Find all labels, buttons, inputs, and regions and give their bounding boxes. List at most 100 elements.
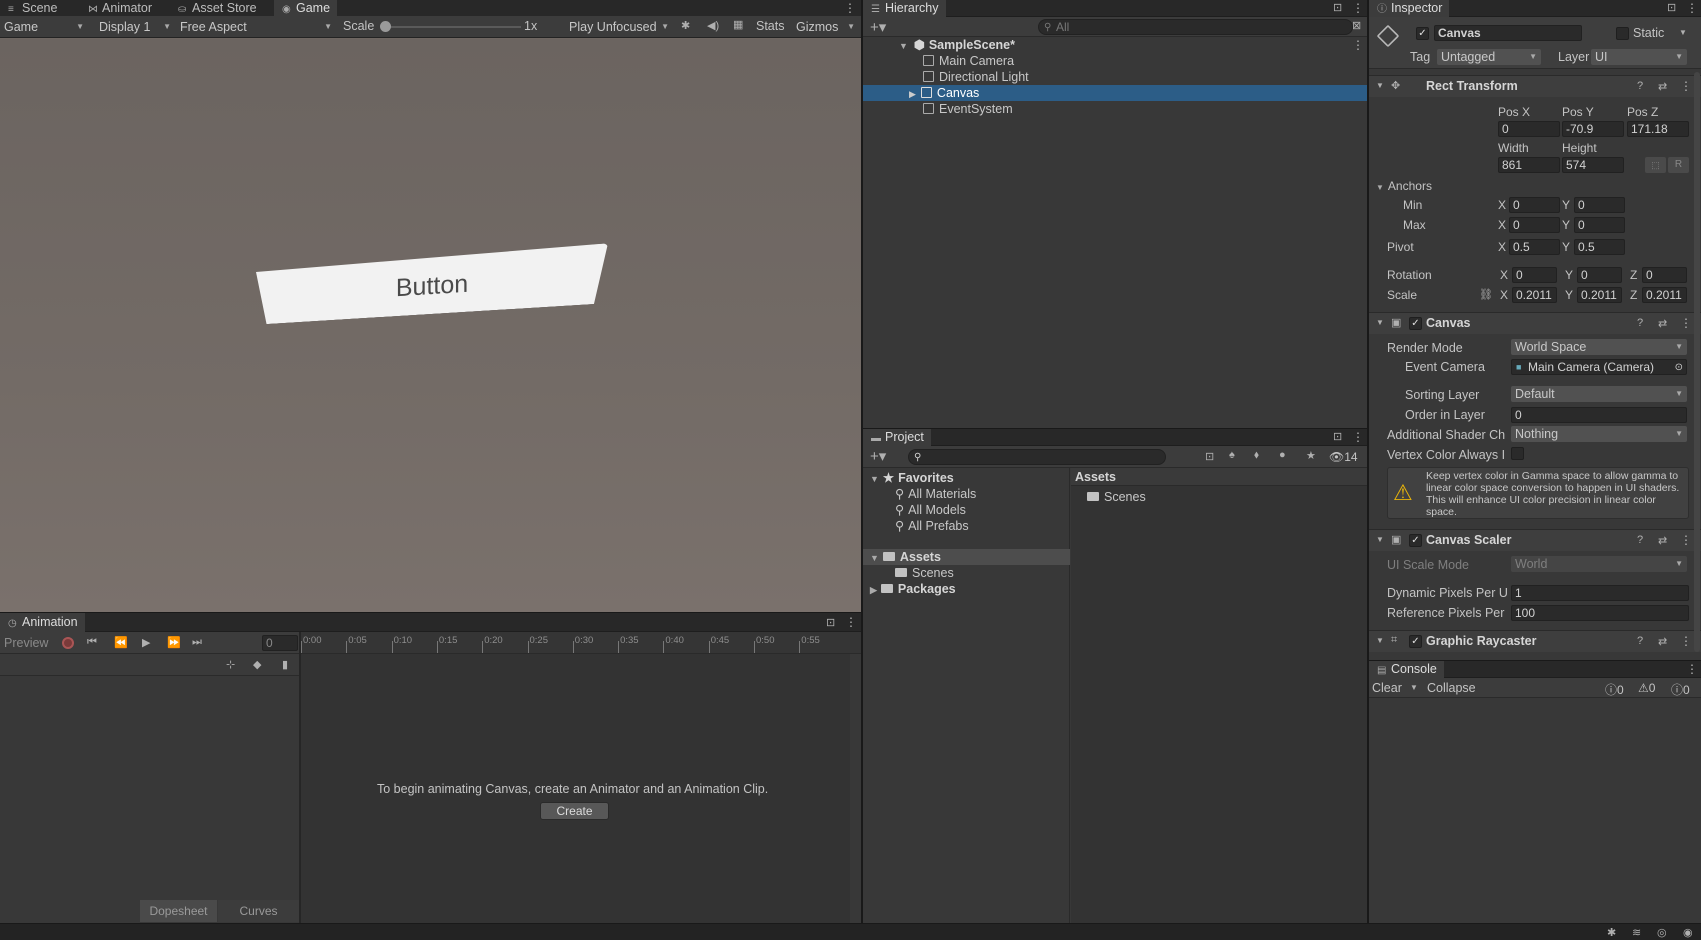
favorite-all-models[interactable]: ⚲ All Models	[895, 502, 966, 518]
hierarchy-item-directional-light[interactable]: Directional Light	[923, 69, 1029, 85]
object-name-field[interactable]: Canvas	[1434, 25, 1582, 41]
play-icon[interactable]: ▶	[142, 636, 150, 649]
hierarchy-search-input[interactable]: ⚲ All	[1038, 19, 1353, 35]
filter-icon[interactable]: ⊹	[226, 658, 235, 671]
shader-channels-dropdown[interactable]: Nothing ▼	[1511, 426, 1687, 442]
next-key-icon[interactable]: ⏩	[167, 636, 181, 649]
curves-tab[interactable]: Curves	[218, 900, 299, 922]
chevron-down-icon[interactable]: ▼	[1679, 28, 1687, 37]
dynamic-pixels-field[interactable]: 1	[1511, 585, 1689, 601]
add-keyframe-icon[interactable]: ◆	[253, 658, 261, 671]
rotation-x[interactable]: 0	[1512, 267, 1557, 283]
favorites-header[interactable]: ▼ ★ Favorites	[870, 470, 954, 486]
posx-field[interactable]: 0	[1498, 121, 1560, 137]
posy-field[interactable]: -70.9	[1562, 121, 1624, 137]
component-menu-icon[interactable]: ⋮	[1680, 79, 1692, 93]
scale-slider-handle[interactable]	[380, 21, 391, 32]
tag-dropdown[interactable]: Untagged ▼	[1437, 49, 1541, 65]
rotation-z[interactable]: 0	[1642, 267, 1687, 283]
expand-arrow-icon[interactable]: ▶	[909, 89, 916, 99]
breadcrumb-assets[interactable]: Assets	[1075, 470, 1116, 484]
link-icon[interactable]: ⛓	[1479, 288, 1493, 301]
graphic-raycaster-checkbox[interactable]: ✓	[1409, 635, 1422, 648]
content-item-scenes[interactable]: Scenes	[1087, 489, 1146, 505]
order-field[interactable]: 0	[1511, 407, 1687, 423]
help-icon[interactable]: ?	[1637, 317, 1643, 329]
scene-menu-icon[interactable]: ⋮	[1352, 38, 1364, 52]
scale-slider-track[interactable]	[385, 26, 521, 28]
sorting-layer-dropdown[interactable]: Default ▼	[1511, 386, 1687, 402]
warning-count[interactable]: ⚠0	[1638, 681, 1655, 695]
tab-project[interactable]: ▬ Project	[863, 429, 931, 446]
lock-icon[interactable]: ⊡	[826, 616, 835, 629]
scale-y[interactable]: 0.2011	[1577, 287, 1622, 303]
add-icon[interactable]: +▾	[870, 18, 886, 36]
raw-edit-button[interactable]: R	[1668, 157, 1689, 173]
tree-item-scenes[interactable]: Scenes	[895, 565, 954, 581]
favorite-all-prefabs[interactable]: ⚲ All Prefabs	[895, 518, 969, 534]
prev-key-icon[interactable]: ⏪	[114, 636, 128, 649]
tab-hierarchy[interactable]: ☰ Hierarchy	[863, 0, 946, 17]
timeline-ruler[interactable]: 0:00 0:05 0:10 0:15 0:20 0:25 0:30 0:35 0:40 0:45…	[301, 632, 861, 654]
warning-filter-icon[interactable]: ●	[1279, 449, 1286, 461]
clear-button[interactable]: Clear	[1372, 681, 1402, 695]
scale-z[interactable]: 0.2011	[1642, 287, 1687, 303]
preset-icon[interactable]: ⇄	[1658, 534, 1667, 547]
favorite-all-materials[interactable]: ⚲ All Materials	[895, 486, 976, 502]
preset-icon[interactable]: ⇄	[1658, 635, 1667, 648]
record-icon[interactable]	[62, 637, 74, 649]
preset-icon[interactable]: ⇄	[1658, 80, 1667, 93]
game-menu-icon[interactable]: ⋮	[844, 1, 856, 15]
hierarchy-menu-icon[interactable]: ⋮	[1352, 1, 1364, 15]
component-menu-icon[interactable]: ⋮	[1680, 634, 1692, 648]
game-viewport[interactable]	[0, 39, 861, 612]
progress-icon[interactable]: ◉	[1683, 926, 1693, 939]
anchors-foldout[interactable]: ▼ Anchors	[1376, 179, 1432, 193]
rect-transform-header[interactable]: ▼ ✥ Rect Transform ? ⇄ ⋮	[1369, 75, 1701, 97]
pivot-x[interactable]: 0.5	[1509, 239, 1560, 255]
scale-x[interactable]: 0.2011	[1512, 287, 1557, 303]
reference-pixels-field[interactable]: 100	[1511, 605, 1689, 621]
last-key-icon[interactable]: ⏭	[192, 636, 202, 649]
debug-icon[interactable]: ✱	[1607, 926, 1616, 939]
tab-animator[interactable]: ⋈ Animator	[80, 0, 159, 17]
animation-menu-icon[interactable]: ⋮	[845, 615, 857, 629]
help-icon[interactable]: ?	[1637, 635, 1643, 647]
component-menu-icon[interactable]: ⋮	[1680, 316, 1692, 330]
filter-type-icon[interactable]: ♠	[1229, 449, 1235, 461]
blueprint-mode-button[interactable]: ⬚	[1645, 157, 1666, 173]
collapse-button[interactable]: Collapse	[1427, 681, 1476, 695]
help-icon[interactable]: ?	[1637, 534, 1643, 546]
hierarchy-item-canvas[interactable]: ▶ Canvas	[909, 85, 979, 101]
inspector-scrollbar[interactable]	[1694, 72, 1700, 652]
log-count[interactable]: ⓘ0	[1605, 681, 1624, 698]
display-dropdown[interactable]: Display 1 ▼	[95, 18, 175, 36]
component-menu-icon[interactable]: ⋮	[1680, 533, 1692, 547]
project-search-input[interactable]: ⚲	[908, 449, 1166, 465]
lock-icon[interactable]: ⊡	[1333, 1, 1342, 14]
search-filter-icon[interactable]: ⊠	[1352, 19, 1361, 32]
search-type-icon[interactable]: ⊡	[1205, 450, 1214, 463]
frame-field[interactable]: 0	[262, 635, 298, 651]
anchor-max-y[interactable]: 0	[1574, 217, 1625, 233]
preset-icon[interactable]: ⇄	[1658, 317, 1667, 330]
tab-scene[interactable]: ≡ Scene	[0, 0, 64, 17]
hidden-count[interactable]: 👁14	[1329, 450, 1358, 464]
bug-icon[interactable]: ✱	[681, 19, 690, 32]
tree-item-packages[interactable]: ▶ Packages	[870, 581, 956, 597]
add-event-icon[interactable]: ▮	[282, 658, 288, 671]
label-icon[interactable]: ⬧	[1254, 449, 1259, 462]
first-key-icon[interactable]: ⏮	[87, 636, 97, 649]
tab-console[interactable]: ▤ Console	[1369, 661, 1444, 678]
gizmos-dropdown[interactable]: Gizmos ▼	[792, 18, 859, 36]
width-field[interactable]: 861	[1498, 157, 1560, 173]
game-mode-dropdown[interactable]: Game ▼	[0, 18, 88, 36]
create-button[interactable]: Create	[540, 802, 609, 820]
tab-game[interactable]: ◉ Game	[274, 0, 338, 17]
layer-dropdown[interactable]: UI ▼	[1591, 49, 1687, 65]
lock-icon[interactable]: ⊡	[1333, 430, 1342, 443]
height-field[interactable]: 574	[1562, 157, 1624, 173]
hierarchy-item-main-camera[interactable]: Main Camera	[923, 53, 1014, 69]
play-mode-dropdown[interactable]: Play Unfocused ▼	[565, 18, 673, 36]
pivot-y[interactable]: 0.5	[1574, 239, 1625, 255]
